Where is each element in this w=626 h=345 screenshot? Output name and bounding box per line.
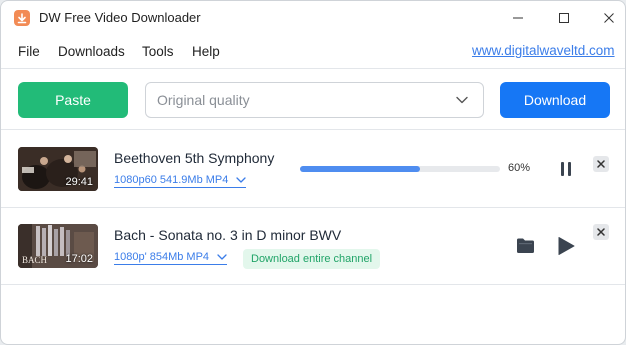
window-title: DW Free Video Downloader bbox=[39, 10, 201, 25]
video-duration: 17:02 bbox=[65, 253, 93, 265]
menu-help[interactable]: Help bbox=[192, 44, 220, 59]
toolbar: Paste Original quality Download bbox=[1, 69, 625, 130]
open-folder-button[interactable] bbox=[516, 237, 535, 254]
website-link[interactable]: www.digitalwaveltd.com bbox=[472, 43, 615, 58]
video-title: Beethoven 5th Symphony bbox=[114, 150, 275, 166]
pause-icon bbox=[561, 162, 571, 176]
quality-select-value: Original quality bbox=[157, 92, 250, 108]
quality-select[interactable]: Original quality bbox=[145, 82, 484, 118]
pause-button[interactable] bbox=[557, 161, 575, 177]
video-title: Bach - Sonata no. 3 in D minor BWV bbox=[114, 227, 342, 243]
progress-percent: 60% bbox=[508, 162, 531, 174]
app-window: DW Free Video Downloader File Downloads … bbox=[0, 0, 626, 345]
close-small-icon bbox=[597, 160, 605, 168]
format-select-value: 1080p60 541.9Mb MP4 bbox=[114, 174, 229, 186]
download-arrow-icon bbox=[14, 10, 30, 26]
folder-icon bbox=[517, 238, 534, 253]
download-item: 29:41 Beethoven 5th Symphony 1080p60 541… bbox=[1, 131, 625, 208]
menu-tools[interactable]: Tools bbox=[142, 44, 174, 59]
paste-button[interactable]: Paste bbox=[18, 82, 128, 118]
format-select[interactable]: 1080p60 541.9Mb MP4 bbox=[114, 174, 247, 188]
close-icon bbox=[604, 13, 614, 23]
minimize-icon bbox=[513, 17, 523, 19]
maximize-button[interactable] bbox=[541, 1, 587, 35]
video-thumbnail: 29:41 bbox=[18, 147, 98, 191]
download-button[interactable]: Download bbox=[500, 82, 610, 118]
menu-downloads[interactable]: Downloads bbox=[58, 44, 125, 59]
remove-item-button[interactable] bbox=[593, 224, 609, 240]
title-bar: DW Free Video Downloader bbox=[1, 1, 625, 35]
video-duration: 29:41 bbox=[65, 176, 93, 188]
progress-bar bbox=[300, 166, 500, 172]
menu-file[interactable]: File bbox=[18, 44, 40, 59]
download-item: BACH 17:02 Bach - Sonata no. 3 in D mino… bbox=[1, 208, 625, 285]
menu-bar: File Downloads Tools Help www.digitalwav… bbox=[1, 35, 625, 69]
chevron-down-icon bbox=[456, 96, 468, 104]
maximize-icon bbox=[559, 13, 569, 23]
video-thumbnail: BACH 17:02 bbox=[18, 224, 98, 268]
progress-fill bbox=[300, 166, 420, 172]
chevron-down-icon bbox=[236, 177, 247, 183]
download-channel-button[interactable]: Download entire channel bbox=[243, 249, 381, 269]
thumbnail-logo-text: BACH bbox=[22, 255, 48, 265]
format-select-value: 1080p' 854Mb MP4 bbox=[114, 251, 210, 263]
remove-item-button[interactable] bbox=[593, 156, 609, 172]
format-select[interactable]: 1080p' 854Mb MP4 bbox=[114, 251, 228, 265]
minimize-button[interactable] bbox=[495, 1, 541, 35]
chevron-down-icon bbox=[217, 254, 227, 260]
play-icon bbox=[558, 237, 575, 255]
resume-button[interactable] bbox=[557, 236, 575, 256]
close-small-icon bbox=[597, 228, 605, 236]
close-button[interactable] bbox=[586, 1, 625, 35]
